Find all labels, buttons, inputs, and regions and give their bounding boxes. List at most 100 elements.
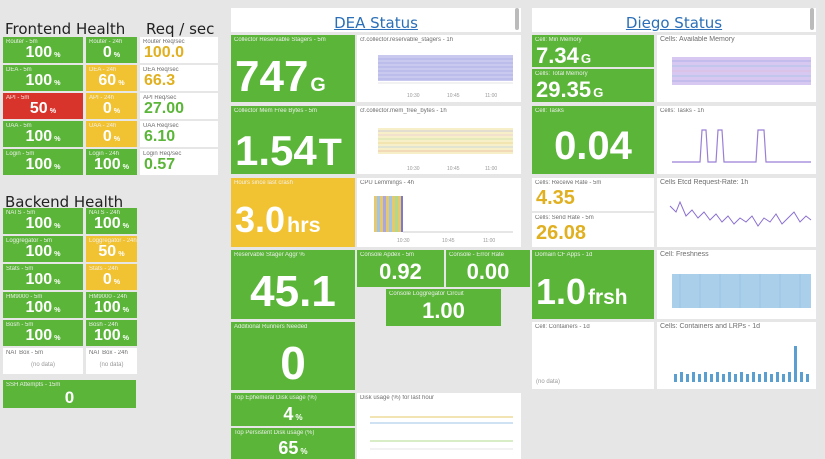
tile-value-unit: %	[54, 249, 61, 258]
console-error-rate-tile[interactable]: Console - Error Rate 0.00	[446, 250, 530, 287]
mem-free-value: 1.54T	[235, 127, 342, 174]
req-sec-tile[interactable]: API Req/sec 27.00	[140, 93, 218, 119]
console-loggregator-tile[interactable]: Console Loggregator Circuit 1.00	[386, 289, 501, 326]
dea-status-link[interactable]: DEA Status	[231, 14, 521, 32]
tile-value: 50%	[86, 244, 137, 260]
tile-value-unit: %	[54, 50, 61, 59]
console-apdex-tile[interactable]: Console Apdex - 5m 0.92	[357, 250, 444, 287]
frontend-health-title: Frontend Health	[5, 20, 126, 38]
reservable-stager-aggr-value: 45.1	[250, 267, 336, 316]
mem-free-tile[interactable]: Collector Mem Free Bytes - 5m 1.54T	[231, 106, 355, 174]
available-memory-chart[interactable]: Cells: Available Memory	[657, 35, 816, 102]
freshness-chart[interactable]: Cell: Freshness	[657, 250, 816, 319]
send-rate-tile[interactable]: Cells: Send Rate - 5m 26.08	[532, 213, 654, 247]
send-rate-value: 26.08	[536, 222, 587, 244]
tile-value: 6.10	[144, 128, 176, 145]
cpu-lemmings-chart-title: CPU Lemmings - 4h	[360, 180, 415, 186]
hours-since-crash-tile[interactable]: Hours since last crash 3.0hrs	[231, 178, 355, 247]
cells-tasks-chart[interactable]: Cells: Tasks - 1h	[657, 106, 816, 174]
frontend-health-tile[interactable]: Router - 24h 0%	[86, 37, 137, 63]
frontend-health-tile[interactable]: DEA - 5m 100%	[3, 65, 83, 91]
receive-rate-label: Cells: Receive Rate - 5m	[535, 180, 602, 186]
backend-health-tile[interactable]: NAT Box - 5m (no data)	[3, 348, 83, 374]
backend-health-tile[interactable]: Loggregator - 24h 50%	[86, 236, 137, 262]
tile-value-unit: %	[122, 221, 130, 230]
cell-tasks-value: 0.04	[554, 124, 632, 168]
req-sec-title: Req / sec	[146, 20, 215, 38]
disk-usage-chart[interactable]: Disk usage (%) for last hour	[357, 393, 521, 459]
diego-scrollbar[interactable]	[810, 8, 814, 30]
persistent-disk-tile[interactable]: Top Persistent Disk usage (%) 65%	[231, 428, 355, 459]
containers-lrps-plot	[660, 332, 813, 386]
available-memory-plot	[660, 45, 813, 99]
tile-nodata: (no data)	[99, 362, 124, 368]
frontend-health-tile[interactable]: Router - 5m 100%	[3, 37, 83, 63]
backend-health-tile[interactable]: NATS - 5m 100%	[3, 208, 83, 234]
containers-lrps-chart[interactable]: Cells: Containers and LRPs - 1d	[657, 322, 816, 389]
frontend-health-tile[interactable]: DEA - 24h 60%	[86, 65, 137, 91]
diego-status-link[interactable]: Diego Status	[532, 14, 816, 32]
backend-health-tile[interactable]: HM9000 - 24h 100%	[86, 292, 137, 318]
tile-value: 0%	[86, 129, 137, 145]
tile-value-unit: %	[54, 333, 61, 342]
ssh-attempts-label: SSH Attempts - 15m	[6, 382, 61, 388]
reservable-stagers-chart[interactable]: cf.collector.reservable_stagers - 1h 10:…	[357, 35, 521, 102]
tile-value-unit: %	[54, 162, 61, 171]
frontend-health-tile[interactable]: API - 24h 0%	[86, 93, 137, 119]
total-memory-tile[interactable]: Cells: Total Memory 29.35 G	[532, 69, 654, 102]
backend-health-tile[interactable]: NAT Box - 24h (no data)	[86, 348, 137, 374]
backend-health-tile[interactable]: Bosh - 5m 100%	[3, 320, 83, 346]
req-sec-tile[interactable]: UAA Req/sec 6.10	[140, 121, 218, 147]
domain-apps-tile[interactable]: Domain CF Apps - 1d 1.0frsh	[532, 250, 654, 319]
backend-health-tile[interactable]: Stats - 5m 100%	[3, 264, 83, 290]
backend-health-tile[interactable]: Bosh - 24h 100%	[86, 320, 137, 346]
tile-value-number: 100	[25, 72, 53, 89]
ssh-attempts-tile[interactable]: SSH Attempts - 15m 0	[3, 380, 136, 408]
mem-free-plot	[360, 116, 518, 171]
reservable-stagers-tile[interactable]: Collector Reservable Stagers - 5m 747 G	[231, 35, 355, 102]
tile-value: 100%	[3, 129, 83, 145]
backend-health-tile[interactable]: NATS - 24h 100%	[86, 208, 137, 234]
frontend-health-tile[interactable]: Login - 24h 100%	[86, 149, 137, 175]
domain-apps-label: Domain CF Apps - 1d	[535, 252, 593, 258]
mem-free-chart[interactable]: cf.collector.mem_free_bytes - 1h 10:30 1…	[357, 106, 521, 174]
tile-value: 0%	[86, 45, 137, 61]
reservable-stagers-chart-title: cf.collector.reservable_stagers - 1h	[360, 37, 454, 43]
backend-health-tile[interactable]: Stats - 24h 0%	[86, 264, 137, 290]
disk-usage-plot	[360, 403, 518, 456]
tile-value: 100%	[3, 73, 83, 89]
tile-value-unit: %	[122, 333, 130, 342]
tile-value: 100%	[86, 157, 137, 173]
cpu-lemmings-chart[interactable]: CPU Lemmings - 4h 10:30 10:45 11:00	[357, 178, 521, 247]
cell-tasks-tile[interactable]: Cell: Tasks 0.04	[532, 106, 654, 174]
tile-value-number: 100	[25, 44, 53, 61]
frontend-health-tile[interactable]: API - 5m 50%	[3, 93, 83, 119]
frontend-health-tile[interactable]: Login - 5m 100%	[3, 149, 83, 175]
req-sec-tile[interactable]: Login Req/sec 0.57	[140, 149, 218, 175]
min-memory-tile[interactable]: Cell: Min Memory 7.34 G	[532, 35, 654, 67]
reservable-stager-aggr-tile[interactable]: Reservable Stager Aggr % 45.1	[231, 250, 355, 319]
tile-value: 27.00	[144, 100, 185, 117]
frontend-health-tile[interactable]: UAA - 5m 100%	[3, 121, 83, 147]
tile-value: 60%	[86, 73, 137, 89]
dea-scrollbar[interactable]	[515, 8, 519, 30]
backend-health-tile[interactable]: Loggregator - 5m 100%	[3, 236, 83, 262]
tile-value-number: 0	[102, 44, 112, 61]
req-sec-tile[interactable]: Router Req/sec 100.0	[140, 37, 218, 63]
backend-health-tile[interactable]: HM9000 - 5m 100%	[3, 292, 83, 318]
etcd-request-rate-chart[interactable]: Cells Etcd Request-Rate: 1h	[657, 178, 816, 247]
receive-rate-tile[interactable]: Cells: Receive Rate - 5m 4.35	[532, 178, 654, 211]
additional-runners-tile[interactable]: Additional Runners Needed 0	[231, 322, 355, 390]
tile-value-unit: %	[118, 249, 125, 258]
mem-free-chart-title: cf.collector.mem_free_bytes - 1h	[360, 108, 447, 114]
mem-free-label: Collector Mem Free Bytes - 5m	[234, 108, 318, 114]
tile-value-number: 0	[102, 128, 112, 145]
freshness-chart-title: Cell: Freshness	[660, 251, 709, 258]
frontend-health-tile[interactable]: UAA - 24h 0%	[86, 121, 137, 147]
tile-value-unit: %	[54, 78, 61, 87]
tile-value: 66.3	[144, 72, 176, 89]
ephemeral-disk-tile[interactable]: Top Ephemeral Disk usage (%) 4%	[231, 393, 355, 426]
tile-value-number: 100	[25, 128, 53, 145]
cell-containers-tile[interactable]: Cell: Containers - 1d (no data)	[532, 322, 654, 389]
req-sec-tile[interactable]: DEA Req/sec 66.3	[140, 65, 218, 91]
